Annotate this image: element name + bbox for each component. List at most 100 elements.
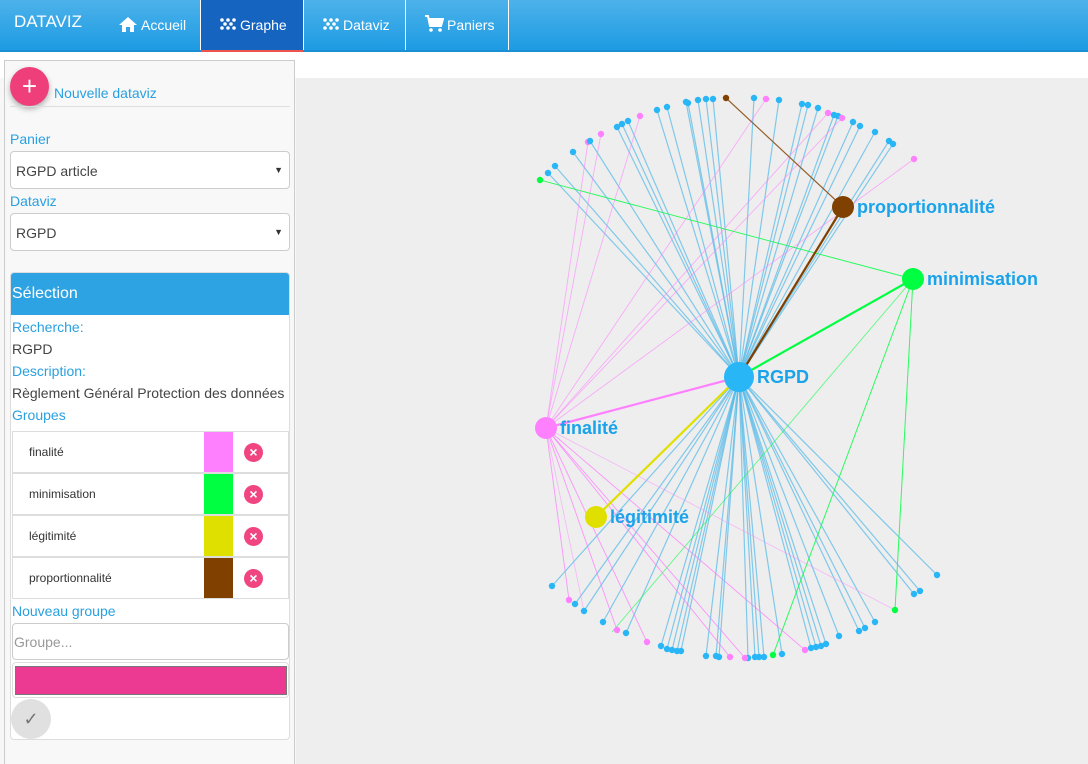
graph-node[interactable]: [778, 650, 786, 658]
graph-node[interactable]: [613, 626, 621, 634]
graph-node[interactable]: [798, 100, 806, 108]
graph-node[interactable]: [599, 618, 607, 626]
graph-node[interactable]: [618, 120, 626, 128]
hub-node-minimisation[interactable]: [902, 268, 924, 290]
new-group-input[interactable]: Groupe...: [12, 623, 289, 660]
graph-node[interactable]: [910, 155, 918, 163]
nav-graphe[interactable]: Graphe: [200, 0, 304, 52]
graph-node[interactable]: [849, 118, 857, 126]
groupes-label: Groupes: [12, 407, 66, 423]
graph-edge: [705, 98, 740, 378]
network-graph[interactable]: RGPD finalité minimisation légitimité propor…: [296, 78, 1088, 764]
graph-node[interactable]: [916, 587, 924, 595]
dataviz-select[interactable]: RGPD ▼: [10, 213, 290, 251]
graph-node[interactable]: [636, 112, 644, 120]
graph-node[interactable]: [622, 629, 630, 637]
graph-node[interactable]: [722, 94, 730, 102]
delete-group-icon[interactable]: ×: [244, 527, 263, 546]
graph-edge: [738, 131, 876, 378]
graph-node[interactable]: [571, 600, 579, 608]
group-color-swatch[interactable]: [204, 516, 233, 556]
nav-dataviz-label: Dataviz: [343, 17, 390, 33]
group-color-swatch[interactable]: [204, 558, 233, 598]
graph-node[interactable]: [804, 101, 812, 109]
nav-accueil[interactable]: Accueil: [100, 0, 200, 50]
group-name: légitimité: [29, 529, 77, 543]
nav-dataviz[interactable]: Dataviz: [304, 0, 406, 50]
graph-edge: [545, 427, 746, 659]
graph-node[interactable]: [657, 642, 665, 650]
graph-node[interactable]: [762, 95, 770, 103]
hub-node-proportionnalite[interactable]: [832, 196, 854, 218]
graph-node[interactable]: [597, 130, 605, 138]
graph-node[interactable]: [702, 652, 710, 660]
graph-node[interactable]: [702, 95, 710, 103]
new-group-color-fill: [15, 666, 287, 695]
hub-label-rgpd: RGPD: [757, 367, 809, 387]
graph-node[interactable]: [838, 114, 846, 122]
graph-node[interactable]: [712, 652, 720, 660]
graph-node[interactable]: [684, 99, 692, 107]
graph-node[interactable]: [741, 654, 749, 662]
delete-group-icon[interactable]: ×: [244, 569, 263, 588]
cart-icon: [424, 14, 445, 36]
hub-node-finalite[interactable]: [535, 417, 557, 439]
graph-node[interactable]: [807, 644, 815, 652]
delete-group-icon[interactable]: ×: [244, 485, 263, 504]
graph-node[interactable]: [663, 645, 671, 653]
hub-label-legitimite: légitimité: [610, 507, 689, 527]
graph-node[interactable]: [824, 109, 832, 117]
nav-paniers[interactable]: Paniers: [406, 0, 509, 50]
graph-node[interactable]: [750, 94, 758, 102]
graph-node[interactable]: [544, 169, 552, 177]
graph-node[interactable]: [861, 624, 869, 632]
new-dataviz-button[interactable]: +: [10, 67, 49, 106]
nav-graphe-label: Graphe: [240, 17, 287, 33]
graph-node[interactable]: [871, 618, 879, 626]
graph-node[interactable]: [569, 148, 577, 156]
graph-node[interactable]: [624, 117, 632, 125]
graph-node[interactable]: [751, 653, 759, 661]
hub-node-rgpd[interactable]: [724, 362, 754, 392]
graph-node[interactable]: [580, 607, 588, 615]
delete-group-icon[interactable]: ×: [244, 443, 263, 462]
graph-node[interactable]: [891, 606, 899, 614]
graph-node[interactable]: [565, 596, 573, 604]
graph-node[interactable]: [663, 103, 671, 111]
graph-node[interactable]: [709, 95, 717, 103]
graph-node[interactable]: [933, 571, 941, 579]
graph-edge: [772, 278, 914, 656]
graph-node[interactable]: [856, 122, 864, 130]
confirm-group-button[interactable]: ✓: [11, 699, 51, 739]
hub-label-finalite: finalité: [560, 418, 618, 438]
graph-node[interactable]: [548, 582, 556, 590]
graph-node[interactable]: [586, 137, 594, 145]
graph-node[interactable]: [814, 104, 822, 112]
graph-node[interactable]: [835, 632, 843, 640]
graph-node[interactable]: [536, 176, 544, 184]
graph-node[interactable]: [855, 627, 863, 635]
graph-node[interactable]: [643, 638, 651, 646]
group-color-swatch[interactable]: [204, 432, 233, 472]
new-group-color-picker[interactable]: [12, 662, 289, 698]
graph-node[interactable]: [910, 590, 918, 598]
graph-edge: [611, 278, 914, 633]
graph-node[interactable]: [694, 96, 702, 104]
graph-edge: [738, 115, 839, 378]
graph-node[interactable]: [726, 653, 734, 661]
graph-node[interactable]: [775, 96, 783, 104]
brand-logo[interactable]: DATAVIZ: [14, 12, 82, 32]
graph-edge: [539, 179, 914, 280]
group-color-swatch[interactable]: [204, 474, 233, 514]
graph-node[interactable]: [889, 140, 897, 148]
panier-select[interactable]: RGPD article ▼: [10, 151, 290, 189]
new-dataviz-link[interactable]: Nouvelle dataviz: [54, 85, 157, 101]
hub-node-legitimite[interactable]: [585, 506, 607, 528]
graph-node[interactable]: [871, 128, 879, 136]
graph-node[interactable]: [551, 162, 559, 170]
graph-node[interactable]: [769, 651, 777, 659]
graph-node[interactable]: [653, 106, 661, 114]
nav-paniers-label: Paniers: [447, 17, 495, 33]
graph-node[interactable]: [801, 646, 809, 654]
graph-edge: [738, 104, 809, 378]
